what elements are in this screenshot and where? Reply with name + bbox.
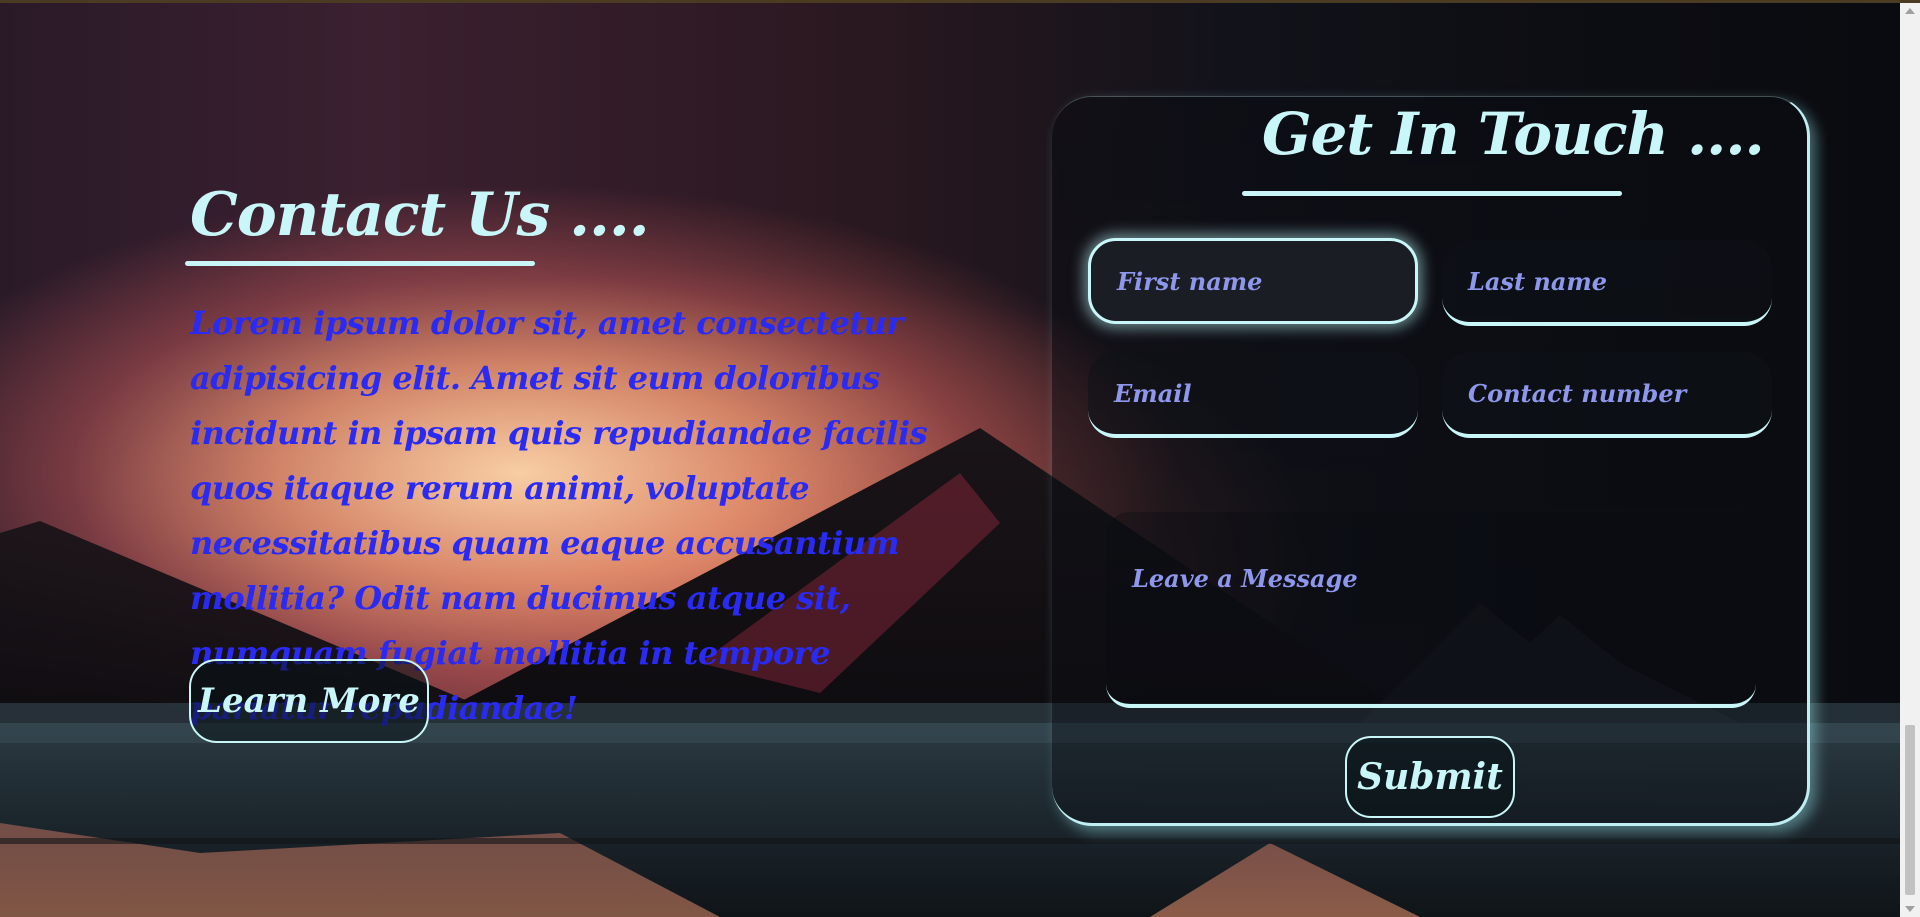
email-input[interactable]: Email [1088,352,1418,438]
contact-heading-underline [185,261,535,266]
scroll-up-arrow-icon[interactable] [1905,8,1915,14]
contact-heading: Contact Us .... [190,180,650,250]
last-name-input[interactable]: Last name [1442,240,1772,326]
contact-number-input[interactable]: Contact number [1442,352,1772,438]
learn-more-button[interactable]: Learn More [189,659,429,743]
first-name-input[interactable]: First name [1088,238,1418,324]
scroll-down-arrow-icon[interactable] [1905,906,1915,912]
submit-button[interactable]: Submit [1345,736,1515,818]
scroll-thumb[interactable] [1905,725,1915,895]
message-textarea[interactable]: Leave a Message [1106,512,1756,708]
form-heading-underline [1242,191,1622,196]
page-scrollbar[interactable] [1900,3,1920,917]
contact-form-panel [1052,96,1810,826]
form-heading: Get In Touch .... [1262,100,1765,168]
